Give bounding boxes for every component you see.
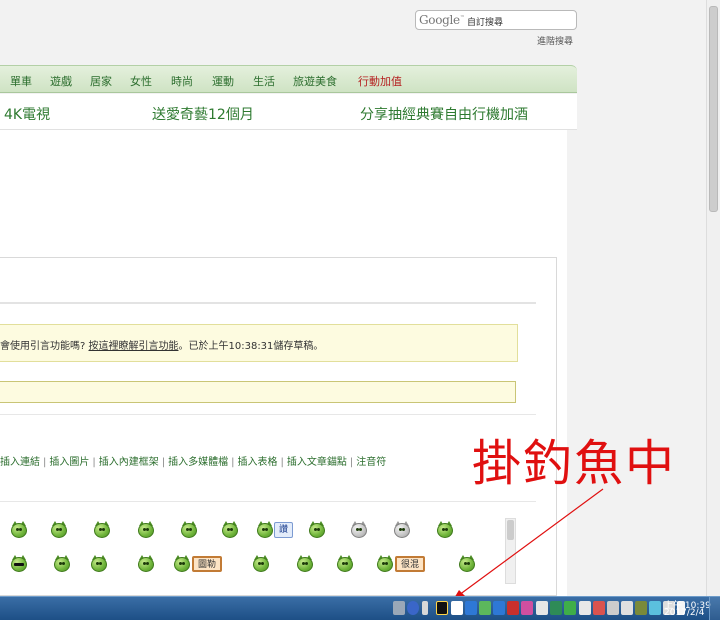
promo-link-trip[interactable]: 分享抽經典賽自由行機加酒	[360, 104, 528, 124]
smiley-icon[interactable]	[93, 521, 111, 538]
app-icon[interactable]	[479, 601, 491, 615]
promo-link-iqiyi[interactable]: 送愛奇藝12個月	[152, 104, 254, 124]
app-icon[interactable]	[493, 601, 505, 615]
smiley-icon[interactable]	[393, 521, 411, 538]
smiley-icon[interactable]	[256, 521, 274, 538]
mixed-badge[interactable]: 很混	[395, 556, 426, 572]
page-scrollbar[interactable]	[706, 0, 720, 596]
app-icon[interactable]	[550, 601, 562, 615]
editor-toolbar: 插入連結 | 插入圖片 | 插入內建框架 | 插入多媒體檔 | 插入表格 | 插入文章錨點 | 注音符	[0, 457, 387, 468]
smiley-scrollbar[interactable]	[505, 518, 516, 584]
divider	[0, 414, 536, 415]
app-icon[interactable]	[465, 601, 477, 615]
smiley-icon[interactable]	[50, 521, 68, 538]
app-icon[interactable]	[564, 601, 576, 615]
smiley-icon[interactable]	[221, 521, 239, 538]
google-search-input[interactable]: Google™ 自訂搜尋	[415, 10, 577, 30]
browser-page: Google™ 自訂搜尋 進階搜尋 單車 遊戲 居家 女性 時尚 運動 生活 旅…	[0, 0, 706, 596]
app-icon[interactable]	[593, 601, 605, 615]
nav-item-travel-food[interactable]: 旅遊美食	[293, 73, 337, 89]
insert-media-button[interactable]: 插入多媒體檔	[168, 457, 228, 468]
smiley-icon[interactable]	[180, 521, 198, 538]
app-icon[interactable]	[635, 601, 647, 615]
app-icon[interactable]	[649, 601, 661, 615]
windows-taskbar: 上午 10:39 2017/2/4	[0, 596, 720, 620]
smiley-icon[interactable]	[10, 521, 28, 538]
show-desktop-button[interactable]	[709, 597, 720, 620]
nav-item-home[interactable]: 居家	[90, 73, 112, 89]
smiley-icon[interactable]	[90, 555, 108, 572]
advanced-search-link[interactable]: 進階搜尋	[537, 34, 573, 47]
smiley-icon[interactable]	[376, 555, 394, 572]
nav-item-women[interactable]: 女性	[130, 73, 152, 89]
divider	[0, 302, 536, 304]
smiley-icon[interactable]	[10, 555, 28, 572]
insert-iframe-button[interactable]: 插入內建框架	[99, 457, 159, 468]
praise-badge[interactable]: 讚	[274, 522, 294, 538]
insert-table-button[interactable]: 插入表格	[238, 457, 278, 468]
smiley-icon[interactable]	[458, 555, 476, 572]
promo-link-4k-tv[interactable]: 4K電視	[4, 104, 50, 124]
insert-image-button[interactable]: 插入圖片	[49, 457, 89, 468]
smiley-icon[interactable]	[137, 555, 155, 572]
insert-anchor-button[interactable]: 插入文章錨點	[287, 457, 347, 468]
smiley-picker: 讚 圖勒 很混	[0, 516, 516, 588]
nav-item-fashion[interactable]: 時尚	[171, 73, 193, 89]
smiley-icon[interactable]	[350, 521, 368, 538]
clock-date[interactable]: 2017/2/4	[664, 608, 704, 618]
smiley-icon[interactable]	[436, 521, 454, 538]
app-icon[interactable]	[521, 601, 533, 615]
app-icon[interactable]	[451, 601, 463, 615]
keyboard-icon[interactable]	[393, 601, 405, 615]
fishing-app-icon[interactable]	[436, 601, 448, 615]
insert-link-button[interactable]: 插入連結	[0, 457, 40, 468]
smiley-icon[interactable]	[336, 555, 354, 572]
smiley-icon[interactable]	[137, 521, 155, 538]
smiley-icon[interactable]	[296, 555, 314, 572]
effort-badge[interactable]: 圖勒	[192, 556, 223, 572]
app-icon[interactable]	[607, 601, 619, 615]
smiley-scroll-thumb[interactable]	[507, 520, 514, 540]
divider	[0, 501, 536, 502]
annotation-text: 掛釣魚中	[472, 435, 677, 492]
nav-item-bicycle[interactable]: 單車	[10, 73, 32, 89]
smiley-icon[interactable]	[252, 555, 270, 572]
nav-item-mobile[interactable]: 行動加值	[358, 73, 402, 89]
smiley-icon[interactable]	[173, 555, 191, 572]
promo-bar: 4K電視 送愛奇藝12個月 分享抽經典賽自由行機加酒	[0, 94, 577, 130]
nav-item-sports[interactable]: 運動	[212, 73, 234, 89]
quote-notice: 會使用引言功能嗎? 按這裡瞭解引言功能。已於上午10:38:31儲存草稿。	[0, 324, 518, 362]
nav-item-games[interactable]: 遊戲	[50, 73, 72, 89]
smiley-icon[interactable]	[308, 521, 326, 538]
subject-input[interactable]	[0, 381, 516, 403]
help-icon[interactable]	[407, 601, 419, 615]
app-icon[interactable]	[507, 601, 519, 615]
zhuyin-button[interactable]: 注音符	[356, 457, 386, 468]
search-placeholder: 自訂搜尋	[467, 18, 504, 28]
info-icon[interactable]	[422, 601, 428, 615]
nav-item-life[interactable]: 生活	[253, 73, 275, 89]
app-icon[interactable]	[579, 601, 591, 615]
category-nav: 單車 遊戲 居家 女性 時尚 運動 生活 旅遊美食 行動加值	[0, 65, 577, 93]
quote-notice-text: 會使用引言功能嗎? 按這裡瞭解引言功能。已於上午10:38:31儲存草稿。	[0, 341, 324, 352]
smiley-icon[interactable]	[53, 555, 71, 572]
quote-help-link[interactable]: 按這裡瞭解引言功能	[89, 341, 179, 352]
volume-icon[interactable]	[621, 601, 633, 615]
page-scroll-thumb[interactable]	[709, 6, 718, 212]
google-logo: Google™	[419, 13, 465, 27]
app-icon[interactable]	[536, 601, 548, 615]
